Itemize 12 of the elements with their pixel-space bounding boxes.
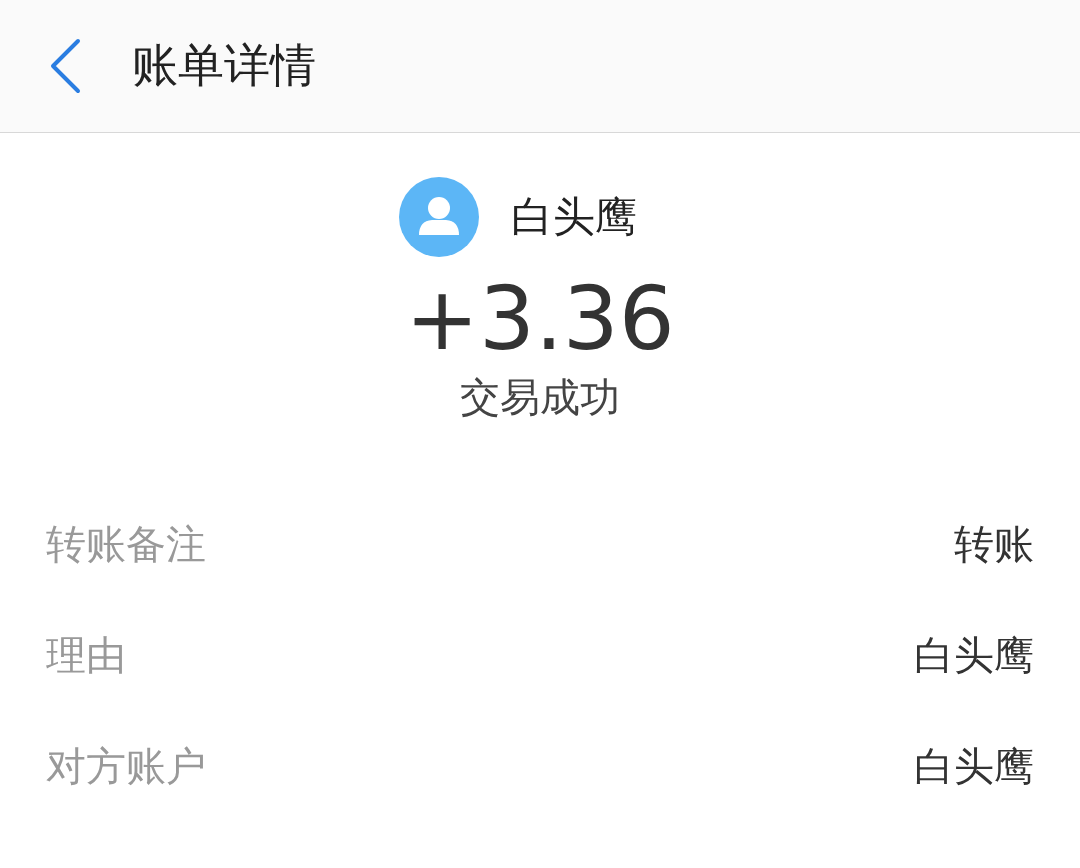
page-title: 账单详情: [132, 37, 316, 94]
avatar-icon: [399, 177, 479, 257]
payee-name: 白头鹰: [511, 191, 637, 243]
detail-label: 理由: [46, 630, 126, 680]
back-icon[interactable]: [48, 38, 82, 94]
detail-label: 转账备注: [46, 519, 206, 569]
detail-value: 白头鹰: [914, 630, 1034, 680]
detail-label: 对方账户: [46, 741, 206, 791]
detail-value: 转账: [954, 519, 1034, 569]
detail-value: 白头鹰: [914, 741, 1034, 791]
amount-text: +3.36: [405, 271, 675, 368]
status-text: 交易成功: [460, 372, 620, 422]
